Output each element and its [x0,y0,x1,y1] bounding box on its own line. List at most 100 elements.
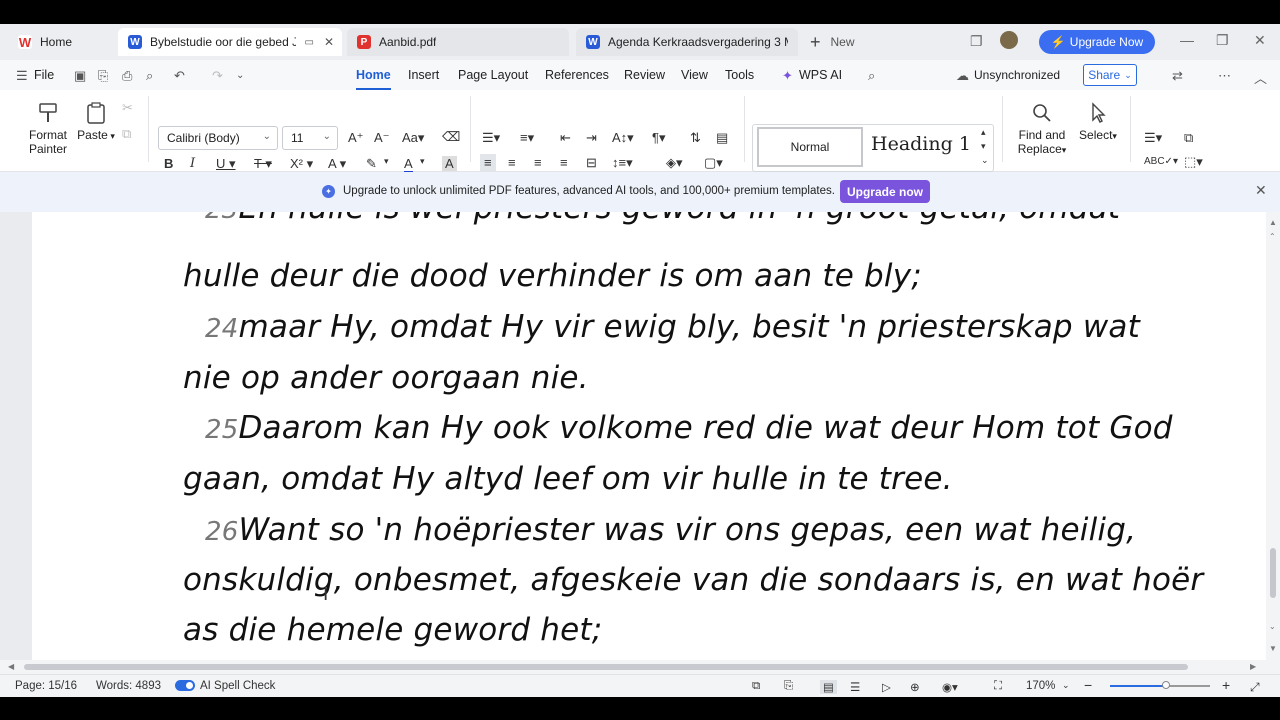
shading-icon[interactable]: ◈▾ [666,155,683,171]
clear-format-icon[interactable]: ⌫ [442,129,460,145]
copy-icon[interactable]: ⧉ [122,126,131,142]
export-icon[interactable]: ⎘ [98,68,108,84]
scroll-down-arrow-icon[interactable]: ▼ [1269,644,1277,653]
text-line[interactable]: 23En hulle is wel priesters geword in 'n… [183,212,1120,226]
tab-overview-icon[interactable]: ❐ [970,33,983,50]
align-right-icon[interactable]: ≡ [534,155,542,170]
outline-icon[interactable]: ☰ [850,680,860,694]
menu-home[interactable]: Home [356,68,391,90]
scroll-up-icon[interactable]: ▴ [981,127,986,138]
scroll-up-arrow-icon[interactable]: ▲ [1269,218,1277,227]
zoom-slider[interactable] [1110,681,1210,689]
monitor-icon[interactable]: ▭ [305,37,314,48]
menu-insert[interactable]: Insert [408,68,439,82]
align-left-icon[interactable]: ≡ [480,154,496,171]
scroll-down-icon[interactable]: ▾ [981,141,986,152]
decrease-font-icon[interactable]: A⁻ [374,130,390,146]
text-line[interactable]: gaan, omdat Hy altyd leef om vir hulle i… [183,461,953,497]
page-indicator[interactable]: Page: 15/16 [15,680,77,692]
justify-icon[interactable]: ≡ [560,155,568,170]
collapse-ribbon-icon[interactable]: ︿ [1254,68,1267,87]
zoom-slider-knob[interactable] [1162,681,1170,689]
banner-upgrade-button[interactable]: Upgrade now [840,180,930,203]
eye-protection-icon[interactable]: ◉▾ [942,680,958,694]
undo-icon[interactable]: ↶ [174,68,185,84]
layers-icon[interactable]: ⧉ [1184,130,1193,146]
hamburger-icon[interactable]: ☰ [16,68,28,84]
tab-aanbid-pdf[interactable]: P Aanbid.pdf [347,28,569,56]
upgrade-now-button[interactable]: ⚡ Upgrade Now [1039,30,1155,54]
spell-check-icon[interactable]: ABC✓▾ [1144,156,1178,167]
char-shading-icon[interactable]: A [442,156,457,171]
redo-icon[interactable]: ↷ [212,68,223,84]
new-tab-button[interactable]: + New [810,28,855,56]
zoom-out-icon[interactable]: − [1084,677,1092,693]
style-heading-1[interactable]: Heading 1 [871,133,975,155]
text-line[interactable]: 24maar Hy, omdat Hy vir ewig bly, besit … [183,309,1140,345]
text-line[interactable]: 25Daarom kan Hy ook volkome red die wat … [183,410,1173,446]
superscript-icon[interactable]: X² ▾ [290,156,313,172]
play-icon[interactable]: ▷ [882,680,891,694]
minimize-icon[interactable]: — [1180,32,1194,48]
sort-icon[interactable]: ⇅ [690,130,701,146]
print-preview-icon[interactable]: ⌕ [146,68,153,84]
close-window-icon[interactable]: ✕ [1254,32,1266,49]
horizontal-scroll-thumb[interactable] [24,664,1188,670]
close-icon[interactable]: ✕ [1255,182,1267,199]
decrease-indent-icon[interactable]: ⇤ [560,130,571,146]
cut-icon[interactable]: ✂ [122,100,133,116]
change-case-icon[interactable]: Aa▾ [402,130,424,146]
more-styles-icon[interactable]: ⌄ [981,155,989,166]
text-tools-icon[interactable]: ☰▾ [1144,130,1162,146]
table-lines-icon[interactable]: ▤ [716,130,728,146]
restore-icon[interactable]: ❐ [1216,32,1229,49]
select-button[interactable]: Select▾ [1076,102,1120,143]
zoom-in-icon[interactable]: + [1222,677,1230,693]
text-line[interactable]: onskuldig, onbesmet, afgeskeie van die s… [183,562,1203,598]
italic-icon[interactable]: I [190,156,195,171]
collaborate-icon[interactable]: ⇄ [1172,68,1183,84]
print-icon[interactable]: ⎙ [122,68,132,84]
horizontal-scrollbar[interactable]: ◀ ▶ [0,660,1266,674]
distribute-icon[interactable]: ⊟ [586,155,597,171]
scroll-right-icon[interactable]: ▶ [1250,662,1256,671]
style-normal[interactable]: Normal [757,127,863,167]
text-line[interactable]: 26Want so 'n hoëpriester was vir ons gep… [183,512,1136,548]
text-line[interactable]: as die hemele geword het; [183,612,602,648]
read-mode-icon[interactable]: ⧉ [752,680,760,693]
chevron-down-icon[interactable]: ⌄ [236,70,244,81]
bullets-icon[interactable]: ☰▾ [482,130,500,146]
align-center-icon[interactable]: ≡ [508,155,516,170]
word-count[interactable]: Words: 4893 [96,680,161,692]
chevron-down-icon[interactable]: ⌄ [1062,680,1070,691]
font-name-select[interactable]: Calibri (Body) ⌄ [158,126,278,150]
menu-references[interactable]: References [545,68,609,82]
fit-page-icon[interactable]: ⛶ [994,680,1002,693]
sync-status[interactable]: Unsynchronized [974,68,1060,82]
find-replace-button[interactable]: Find and Replace▾ [1014,102,1070,157]
font-size-select[interactable]: 11 ⌄ [282,126,338,150]
paragraph-mark-icon[interactable]: ¶▾ [652,130,666,146]
web-layout-icon[interactable]: ⎘ [784,680,793,693]
save-icon[interactable]: ▣ [74,68,86,84]
text-line[interactable]: hulle deur die dood verhinder is om aan … [183,258,922,294]
menu-tools[interactable]: Tools [725,68,754,82]
menu-view[interactable]: View [681,68,708,82]
selection-pane-icon[interactable]: ⬚▾ [1184,154,1203,170]
underline-icon[interactable]: U ▾ [216,156,236,172]
spell-check-toggle[interactable] [175,680,195,691]
print-layout-icon[interactable]: ▤ [820,680,837,694]
text-line[interactable]: nie op ander oorgaan nie. [183,360,589,396]
tab-agenda[interactable]: W Agenda Kerkraadsvergadering 3 Maa [576,28,798,56]
avatar[interactable] [1000,31,1018,49]
scroll-left-icon[interactable]: ◀ [8,662,14,671]
menu-page-layout[interactable]: Page Layout [458,68,528,82]
borders-icon[interactable]: ▢▾ [704,155,723,171]
paste-button[interactable]: Paste ▾ [76,102,116,143]
increase-font-icon[interactable]: A⁺ [348,130,364,146]
page-down-icon[interactable]: ⌄ [1269,622,1276,631]
share-button[interactable]: Share ⌄ [1083,64,1137,86]
bold-icon[interactable]: B [164,156,173,171]
tab-bybelstudie[interactable]: W Bybelstudie oor die gebed Jes ▭ ✕ [118,28,342,56]
vertical-scroll-thumb[interactable] [1270,548,1276,598]
